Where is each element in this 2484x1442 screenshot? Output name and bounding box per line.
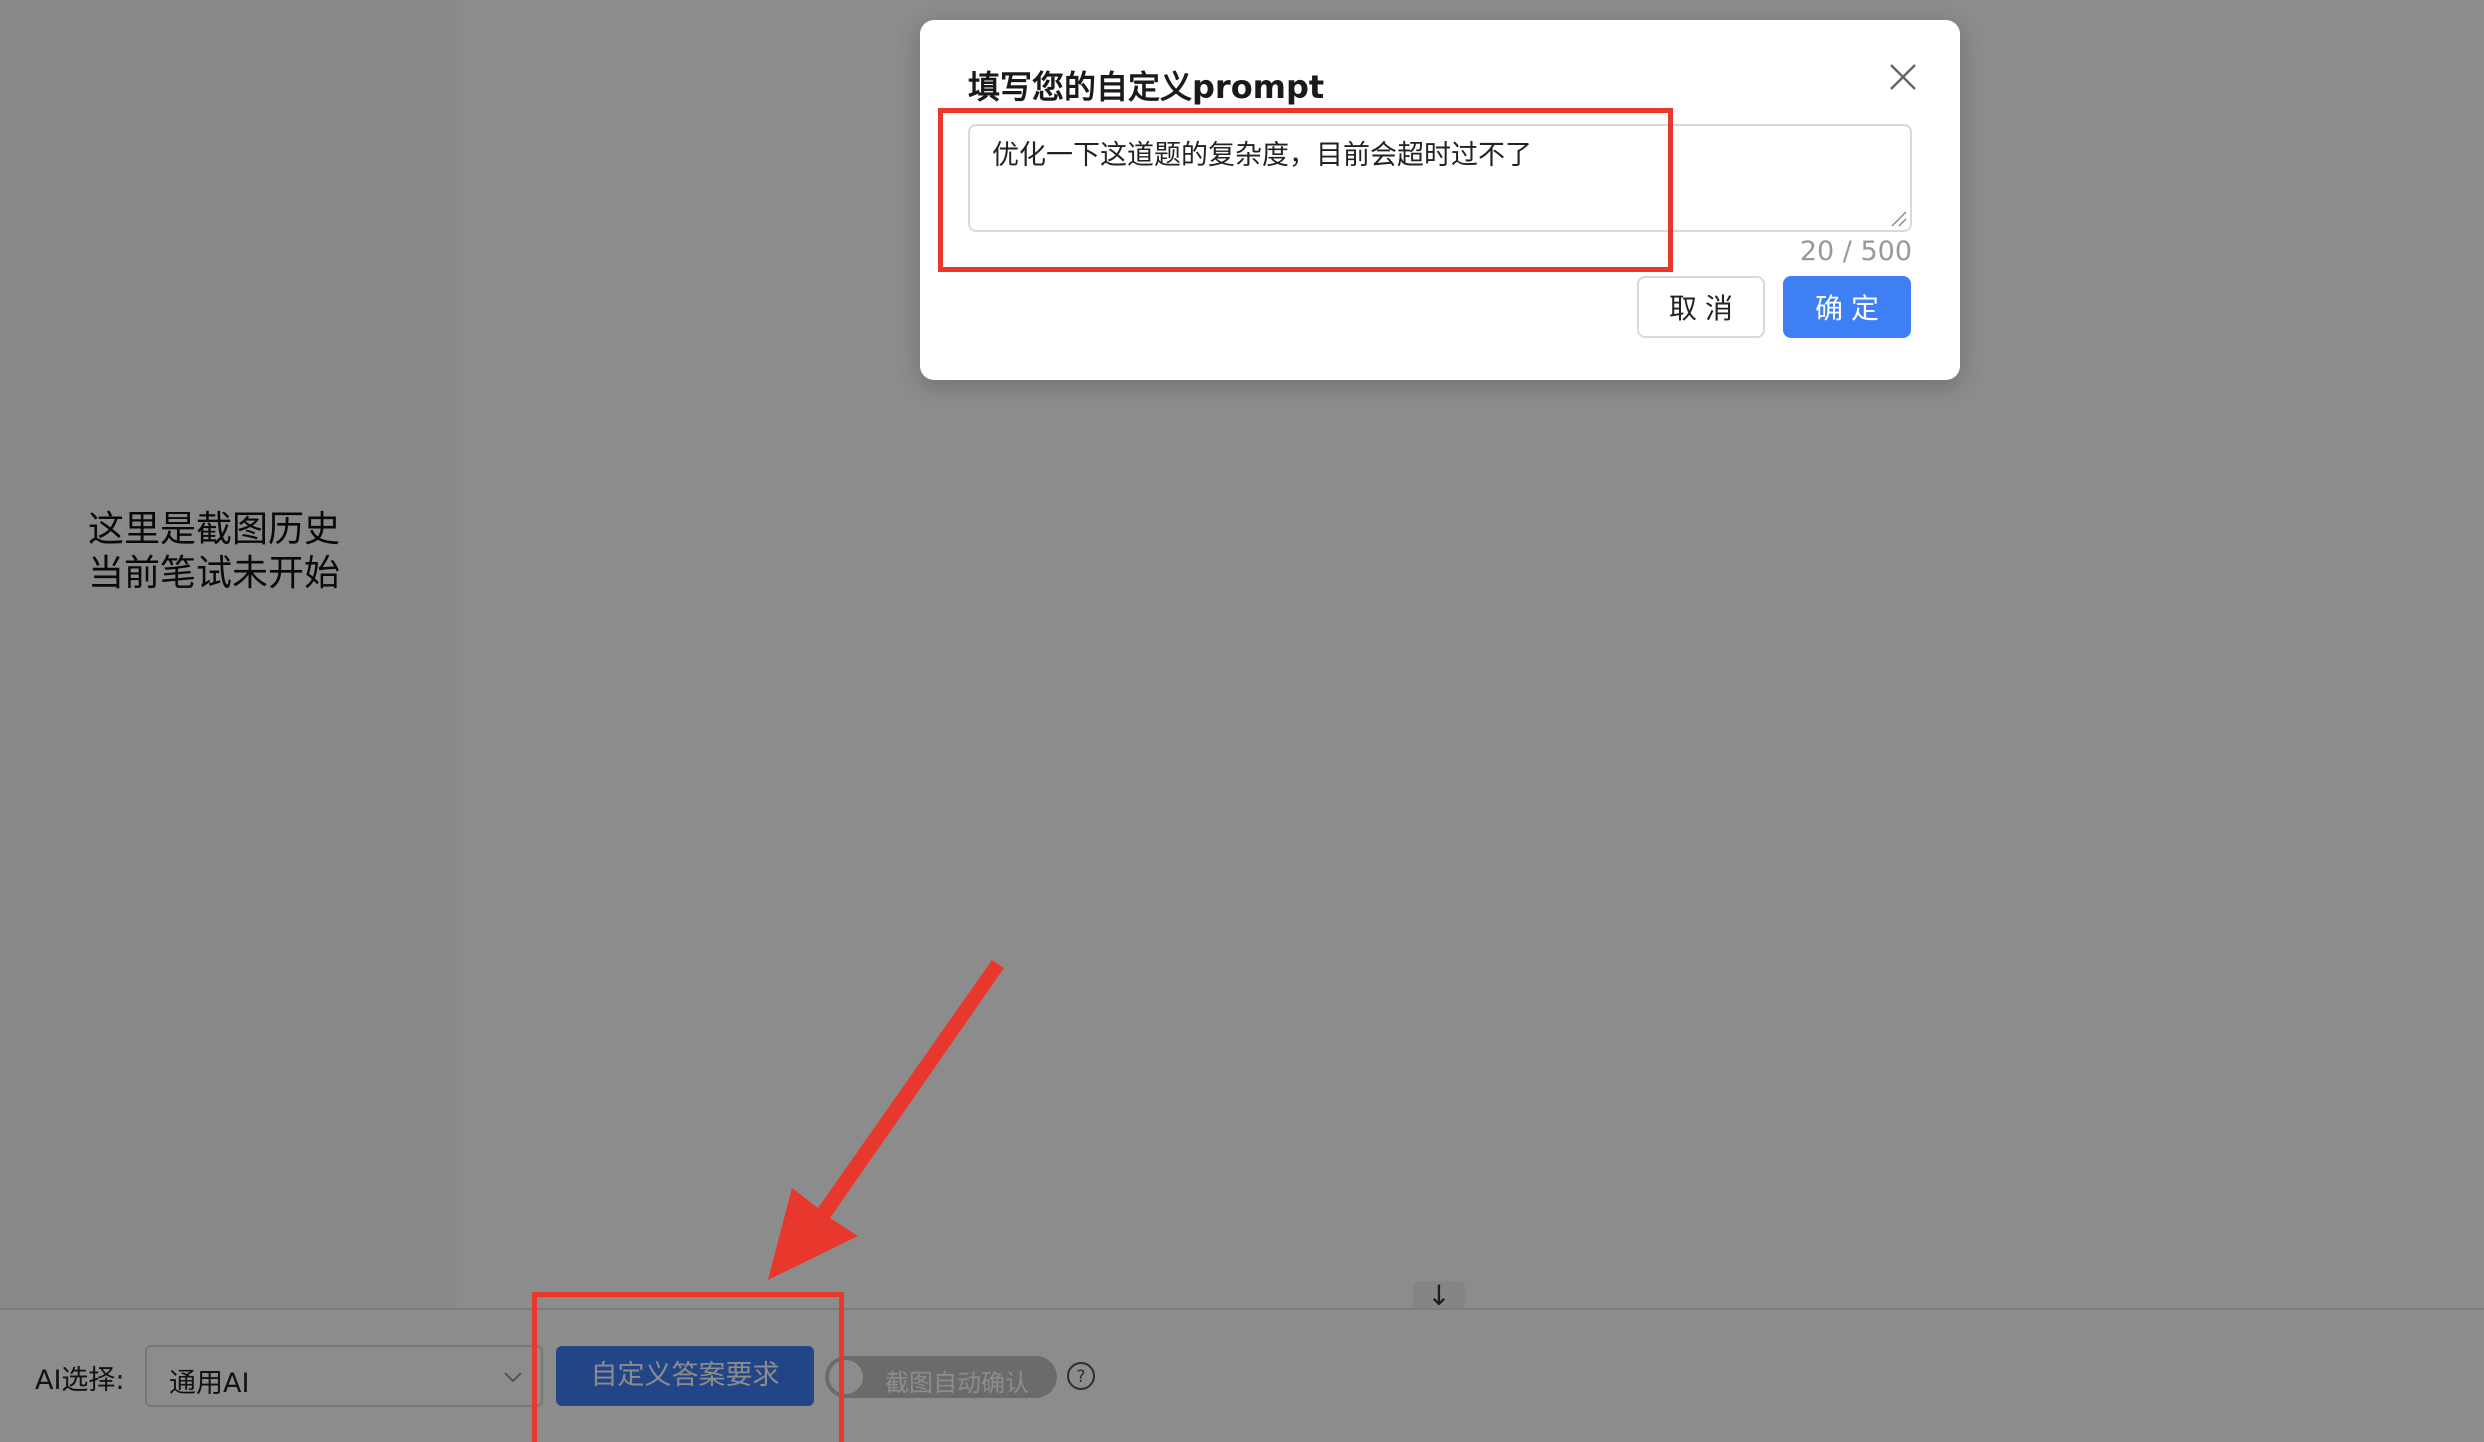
- character-count: 20 / 500: [1799, 236, 1912, 267]
- annotation-box-textarea: [938, 108, 1673, 272]
- resize-grip-icon[interactable]: [1888, 208, 1908, 228]
- close-icon[interactable]: [1886, 60, 1920, 94]
- cancel-button[interactable]: 取消: [1637, 276, 1765, 338]
- dialog-title: 填写您的自定义prompt: [968, 68, 1325, 106]
- confirm-button[interactable]: 确定: [1783, 276, 1911, 338]
- annotation-box-button: [532, 1292, 844, 1442]
- app-window: 这里是截图历史 当前笔试未开始 ↓ AI选择: 通用AI 自定义答案要求 截图自…: [0, 0, 2484, 1442]
- annotation-arrow: [768, 960, 1004, 1280]
